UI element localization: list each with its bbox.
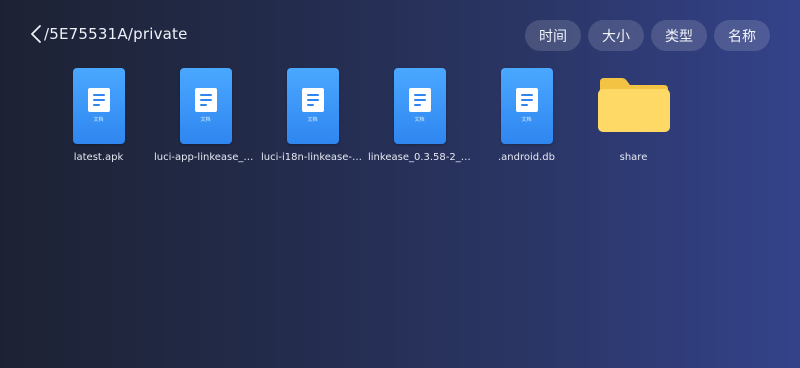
file-item[interactable]: 文档 luci-app-linkease_2.1… (152, 68, 259, 163)
file-name: luci-app-linkease_2.1… (154, 152, 257, 163)
document-icon: 文档 (286, 68, 339, 144)
current-path: /5E75531A/private (44, 25, 188, 43)
file-type-caption: 文档 (200, 117, 211, 123)
file-grid: 文档 latest.apk 文档 luci-app-linkease_2.1… … (45, 68, 687, 163)
document-icon: 文档 (179, 68, 232, 144)
sort-by-type-button[interactable]: 类型 (651, 20, 707, 51)
sort-by-name-button[interactable]: 名称 (714, 20, 770, 51)
sort-by-time-button[interactable]: 时间 (525, 20, 581, 51)
back-button[interactable]: /5E75531A/private (30, 24, 188, 44)
folder-name: share (619, 152, 648, 163)
file-type-caption: 文档 (521, 117, 532, 123)
document-icon: 文档 (500, 68, 553, 144)
file-type-caption: 文档 (93, 117, 104, 123)
file-name: linkease_0.3.58-2_aar… (368, 152, 471, 163)
document-icon: 文档 (72, 68, 125, 144)
file-name: .android.db (497, 152, 555, 163)
folder-item[interactable]: share (580, 68, 687, 163)
file-item[interactable]: 文档 linkease_0.3.58-2_aar… (366, 68, 473, 163)
file-name: luci-i18n-linkease-zh-… (261, 152, 364, 163)
file-type-caption: 文档 (414, 117, 425, 123)
chevron-left-icon (30, 24, 42, 44)
file-item[interactable]: 文档 latest.apk (45, 68, 152, 163)
file-type-caption: 文档 (307, 117, 318, 123)
document-icon: 文档 (393, 68, 446, 144)
top-bar: /5E75531A/private 时间 大小 类型 名称 (0, 0, 800, 72)
file-item[interactable]: 文档 .android.db (473, 68, 580, 163)
file-item[interactable]: 文档 luci-i18n-linkease-zh-… (259, 68, 366, 163)
folder-icon (596, 74, 672, 144)
file-name: latest.apk (73, 152, 124, 163)
sort-by-size-button[interactable]: 大小 (588, 20, 644, 51)
sort-options: 时间 大小 类型 名称 (525, 20, 770, 51)
